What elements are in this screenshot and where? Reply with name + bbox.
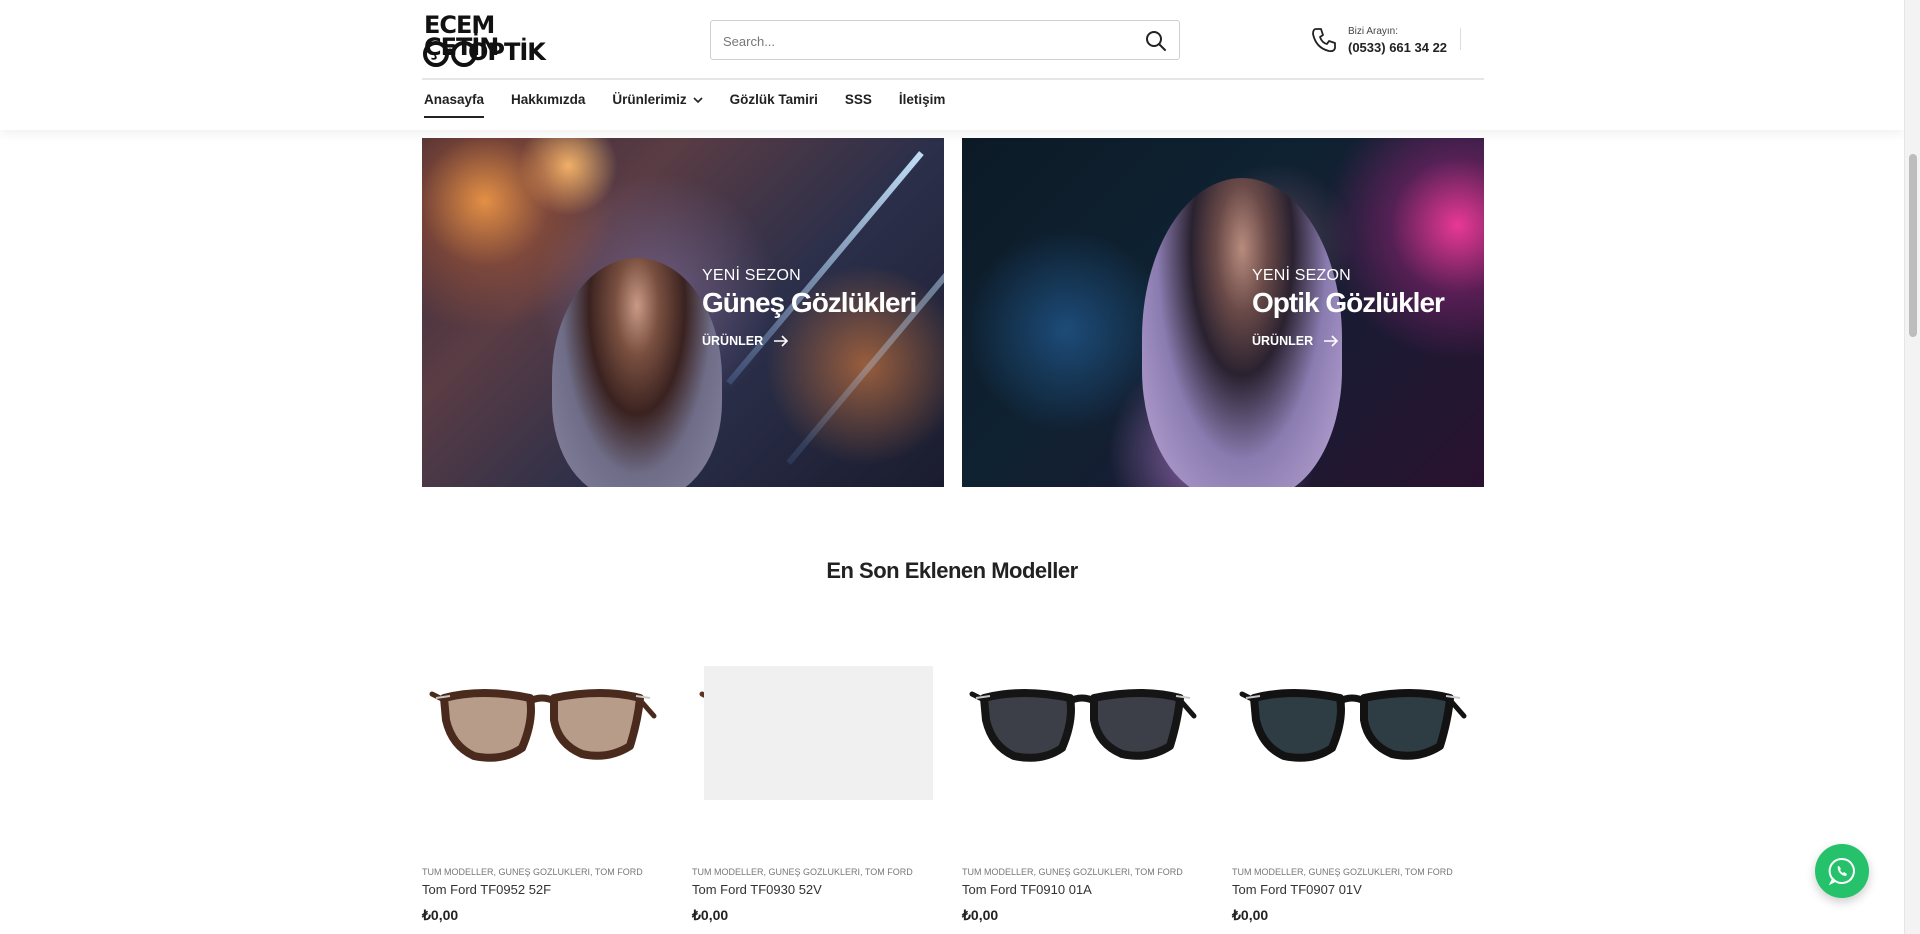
banner-products-link[interactable]: ÜRÜNLER: [1252, 334, 1339, 348]
banner-sunglasses[interactable]: YENİ SEZON Güneş Gözlükleri ÜRÜNLER: [422, 138, 944, 487]
whatsapp-button[interactable]: [1815, 844, 1869, 898]
sunglasses-image: [969, 689, 1197, 762]
main-nav: Anasayfa Hakkımızda Ürünlerimiz Gözlük T…: [424, 92, 972, 118]
nav-item-urunlerimiz-label: Ürünlerimiz: [612, 92, 687, 107]
product-image[interactable]: [962, 620, 1202, 850]
scrollbar-thumb[interactable]: [1909, 154, 1917, 337]
product-card[interactable]: TUM MODELLER, GUNEŞ GOZLUKLERI, TOM FORD…: [1232, 620, 1472, 934]
header-divider: [1460, 28, 1461, 50]
phone-icon: [1310, 26, 1338, 54]
nav-item-anasayfa[interactable]: Anasayfa: [424, 92, 485, 118]
product-price: ₺0,00: [422, 907, 459, 923]
phone-contact[interactable]: Bizi Arayın: (0533) 661 34 22: [1310, 20, 1480, 60]
banner-products-link[interactable]: ÜRÜNLER: [702, 334, 789, 348]
banner-subtitle: YENİ SEZON: [702, 267, 801, 284]
sunglasses-image: [429, 689, 657, 762]
banner-model-image: [552, 258, 722, 487]
banner-optical[interactable]: YENİ SEZON Optik Gözlükler ÜRÜNLER: [962, 138, 1484, 487]
site-header: ECEM ÇETİN OPTİK Search... Bizi Arayın: …: [0, 0, 1904, 130]
logo-line-2: OPTİK: [468, 38, 546, 66]
search-input[interactable]: [723, 30, 1123, 52]
nav-item-iletisim[interactable]: İletişim: [899, 92, 946, 118]
phone-label: Bizi Arayın:: [1348, 26, 1399, 37]
nav-item-gozluk-tamiri[interactable]: Gözlük Tamiri: [730, 92, 818, 118]
site-logo[interactable]: ECEM ÇETİN OPTİK: [422, 12, 558, 68]
banner-link-label: ÜRÜNLER: [702, 334, 764, 348]
arrow-right-icon: [774, 335, 789, 347]
product-image[interactable]: [692, 620, 933, 850]
arrow-right-icon: [1324, 335, 1339, 347]
banner-text: YENİ SEZON Optik Gözlükler ÜRÜNLER: [1252, 266, 1445, 350]
product-card[interactable]: TUM MODELLER, GUNEŞ GOZLUKLERI, TOM FORD…: [962, 620, 1202, 934]
product-image-background: [704, 666, 933, 800]
banner-title: Optik Gözlükler: [1252, 287, 1445, 318]
scrollbar[interactable]: [1904, 0, 1920, 934]
product-categories[interactable]: TUM MODELLER, GUNEŞ GOZLUKLERI, TOM FORD: [962, 867, 1183, 877]
banner-text: YENİ SEZON Güneş Gözlükleri ÜRÜNLER: [702, 266, 917, 350]
product-card[interactable]: TUM MODELLER, GUNEŞ GOZLUKLERI, TOM FORD…: [422, 620, 662, 934]
product-name[interactable]: Tom Ford TF0952 52F: [422, 882, 551, 897]
product-name[interactable]: Tom Ford TF0910 01A: [962, 882, 1092, 897]
product-name[interactable]: Tom Ford TF0907 01V: [1232, 882, 1362, 897]
page: ECEM ÇETİN OPTİK Search... Bizi Arayın: …: [0, 0, 1904, 934]
product-price: ₺0,00: [1232, 907, 1269, 923]
chevron-down-icon: [693, 92, 703, 108]
header-top: ECEM ÇETİN OPTİK Search... Bizi Arayın: …: [422, 0, 1484, 80]
product-price: ₺0,00: [692, 907, 729, 923]
product-categories[interactable]: TUM MODELLER, GUNEŞ GOZLUKLERI, TOM FORD: [692, 867, 913, 877]
banner-title: Güneş Gözlükleri: [702, 287, 917, 318]
nav-item-urunlerimiz[interactable]: Ürünlerimiz: [612, 92, 703, 118]
phone-number[interactable]: (0533) 661 34 22: [1348, 40, 1447, 55]
banner-subtitle: YENİ SEZON: [1252, 267, 1351, 284]
product-image[interactable]: [1232, 620, 1472, 850]
product-name[interactable]: Tom Ford TF0930 52V: [692, 882, 822, 897]
product-categories[interactable]: TUM MODELLER, GUNEŞ GOZLUKLERI, TOM FORD: [422, 867, 643, 877]
nav-item-hakkimizda[interactable]: Hakkımızda: [511, 92, 585, 118]
product-categories[interactable]: TUM MODELLER, GUNEŞ GOZLUKLERI, TOM FORD: [1232, 867, 1453, 877]
product-card[interactable]: TUM MODELLER, GUNEŞ GOZLUKLERI, TOM FORD…: [692, 620, 933, 934]
section-title: En Son Eklenen Modeller: [826, 558, 1078, 583]
whatsapp-icon: [1828, 857, 1855, 886]
search-icon[interactable]: [1145, 30, 1167, 52]
nav-item-sss[interactable]: SSS: [845, 92, 872, 118]
product-image[interactable]: [422, 620, 662, 850]
search-box: [710, 20, 1180, 60]
product-price: ₺0,00: [962, 907, 999, 923]
sunglasses-image: [1239, 689, 1467, 762]
banner-link-label: ÜRÜNLER: [1252, 334, 1314, 348]
